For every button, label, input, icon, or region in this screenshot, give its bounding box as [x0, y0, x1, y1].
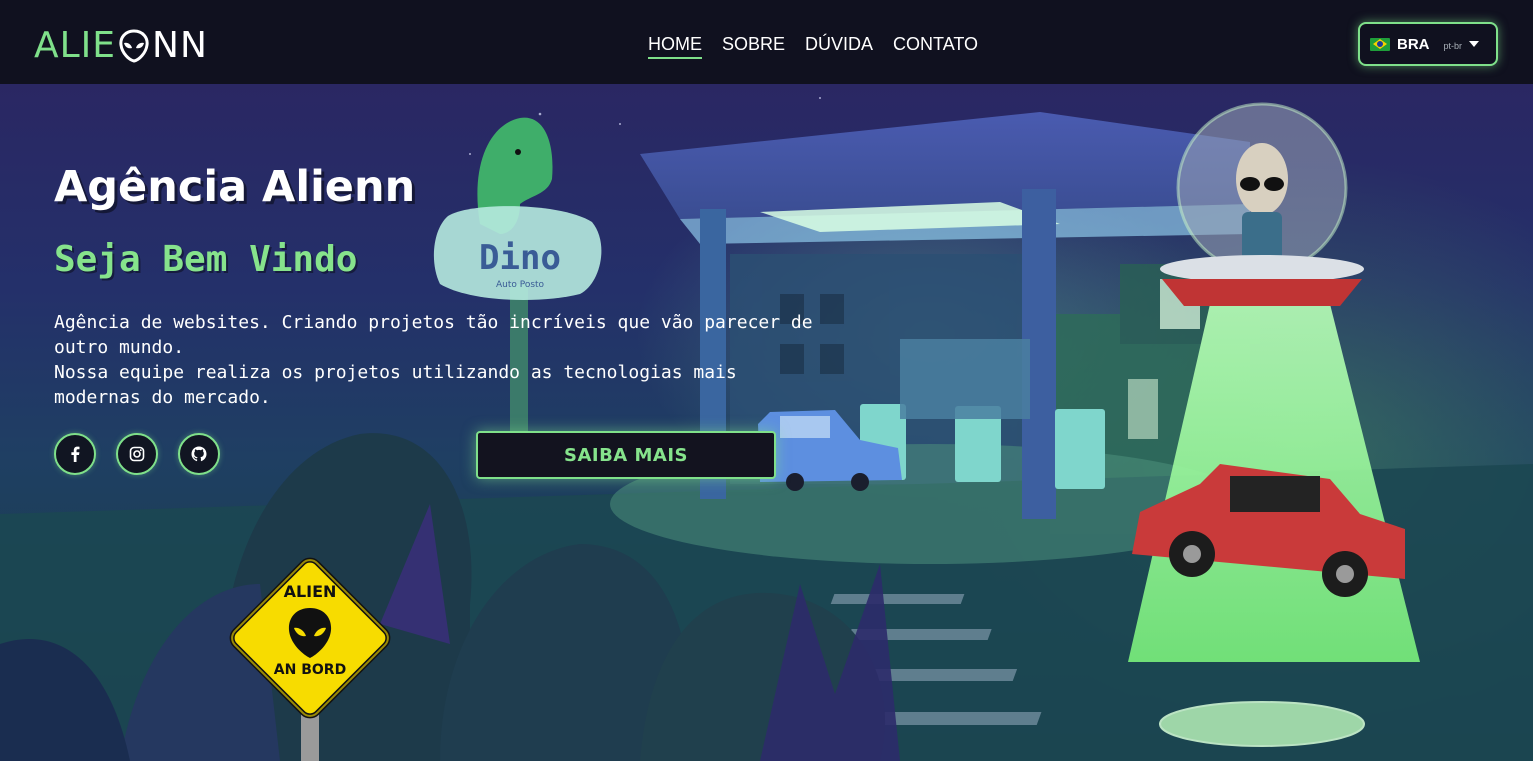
nav-duvida[interactable]: DÚVIDA	[805, 33, 873, 59]
navbar: ALIE NN HOME SOBRE DÚVIDA CONTATO BRA pt…	[0, 0, 1533, 84]
nav-contato[interactable]: CONTATO	[893, 33, 978, 59]
hero-description-line1: Agência de websites. Criando projetos tã…	[54, 312, 813, 358]
alien-on-board-sign: ALIEN AN BORD	[222, 550, 398, 726]
language-select[interactable]: BRA pt-br	[1358, 22, 1498, 66]
warning-sign-icon	[229, 557, 391, 719]
instagram-button[interactable]	[116, 433, 158, 475]
dino-sign-text: Dino	[479, 238, 561, 278]
brazil-flag-icon	[1370, 37, 1390, 51]
sign-text-top: ALIEN	[283, 582, 337, 601]
nav-menu: HOME SOBRE DÚVIDA CONTATO	[648, 33, 978, 59]
instagram-icon	[129, 446, 145, 462]
hero-title: Agência Alienn	[54, 162, 416, 212]
alien-head-icon	[119, 29, 149, 63]
hero-description-line2: Nossa equipe realiza os projetos utiliza…	[54, 362, 737, 408]
facebook-button[interactable]	[54, 433, 96, 475]
logo[interactable]: ALIE NN	[34, 26, 208, 66]
nav-home[interactable]: HOME	[648, 33, 702, 59]
chevron-down-icon	[1469, 41, 1480, 47]
github-icon	[191, 446, 207, 462]
github-button[interactable]	[178, 433, 220, 475]
language-locale: pt-br	[1443, 41, 1463, 51]
hero-section: Dino Auto Posto Agência Alienn Seja Bem …	[0, 84, 1533, 761]
dino-sign-subtext: Auto Posto	[496, 280, 545, 290]
logo-text-part2: NN	[152, 25, 208, 66]
social-links	[54, 433, 220, 475]
language-code: BRA	[1397, 35, 1430, 53]
nav-sobre[interactable]: SOBRE	[722, 33, 785, 59]
saiba-mais-button[interactable]: SAIBA MAIS	[476, 431, 776, 479]
sign-text-bottom: AN BORD	[273, 662, 347, 678]
facebook-icon	[71, 446, 80, 462]
hero-description: Agência de websites. Criando projetos tã…	[54, 310, 824, 410]
logo-text-part1: ALIE	[34, 25, 117, 66]
hero-subtitle: Seja Bem Vindo	[54, 239, 358, 280]
